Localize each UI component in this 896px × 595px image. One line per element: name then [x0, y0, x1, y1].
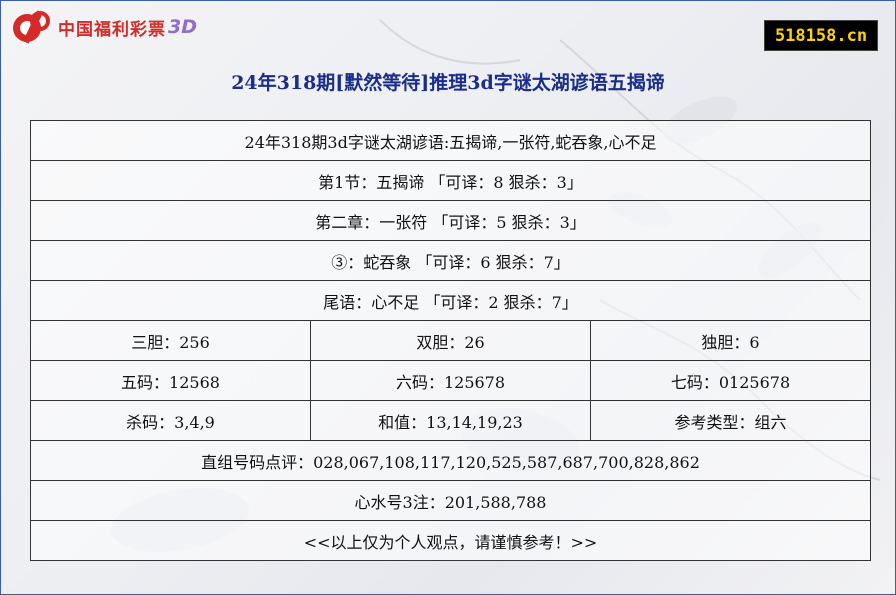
table-row: 尾语：心不足 「可译：2 狠杀：7」: [29, 280, 872, 321]
section-1-cell: 第1节：五揭谛 「可译：8 狠杀：3」: [29, 160, 872, 201]
sha-ma-cell: 杀码：3,4,9: [30, 400, 311, 441]
table-row: 杀码：3,4,9 和值：13,14,19,23 参考类型：组六: [30, 400, 872, 441]
section-2-cell: 第二章：一张符 「可译：5 狠杀：3」: [29, 200, 872, 241]
page-title: 24年318期[默然等待]推理3d字谜太湖谚语五揭谛: [231, 72, 665, 94]
zhizu-cell: 直组号码点评：028,067,108,117,120,525,587,687,7…: [29, 440, 872, 481]
table-row: 五码：12568 六码：125678 七码：0125678: [30, 360, 872, 401]
du-dan-cell: 独胆：6: [589, 320, 872, 361]
table-row: 第二章：一张符 「可译：5 狠杀：3」: [29, 200, 872, 241]
section-4-cell: 尾语：心不足 「可译：2 狠杀：7」: [29, 280, 872, 321]
disclaimer-cell: <<以上仅为个人观点，请谨慎参考！>>: [29, 520, 872, 561]
wu-ma-cell: 五码：12568: [30, 360, 311, 401]
table-row: ③：蛇吞象 「可译：6 狠杀：7」: [29, 240, 872, 281]
table-row: 第1节：五揭谛 「可译：8 狠杀：3」: [29, 160, 872, 201]
riddle-cell: 24年318期3d字谜太湖谚语:五揭谛,一张符,蛇吞象,心不足: [29, 120, 872, 161]
shuang-dan-cell: 双胆：26: [310, 320, 591, 361]
table-row: 心水号3注：201,588,788: [29, 480, 872, 521]
he-zhi-cell: 和值：13,14,19,23: [310, 400, 591, 441]
brand-name: 中国福利彩票: [58, 19, 166, 40]
site-badge[interactable]: 518158.cn: [764, 20, 878, 51]
table-row: 24年318期3d字谜太湖谚语:五揭谛,一张符,蛇吞象,心不足: [29, 120, 872, 161]
xinshui-cell: 心水号3注：201,588,788: [29, 480, 872, 521]
table-row: 直组号码点评：028,067,108,117,120,525,587,687,7…: [29, 440, 872, 481]
liu-ma-cell: 六码：125678: [310, 360, 591, 401]
welfare-lottery-icon: [13, 10, 50, 44]
section-3-cell: ③：蛇吞象 「可译：6 狠杀：7」: [29, 240, 872, 281]
type-cell: 参考类型：组六: [589, 400, 872, 441]
brand-game: 3D: [168, 16, 197, 38]
san-dan-cell: 三胆：256: [30, 320, 311, 361]
brand-logo: 中国福利彩票 3D: [10, 8, 197, 46]
table-row: <<以上仅为个人观点，请谨慎参考！>>: [29, 520, 872, 561]
prediction-table: 24年318期3d字谜太湖谚语:五揭谛,一张符,蛇吞象,心不足 第1节：五揭谛 …: [29, 120, 872, 561]
qi-ma-cell: 七码：0125678: [589, 360, 872, 401]
table-row: 三胆：256 双胆：26 独胆：6: [30, 320, 872, 361]
